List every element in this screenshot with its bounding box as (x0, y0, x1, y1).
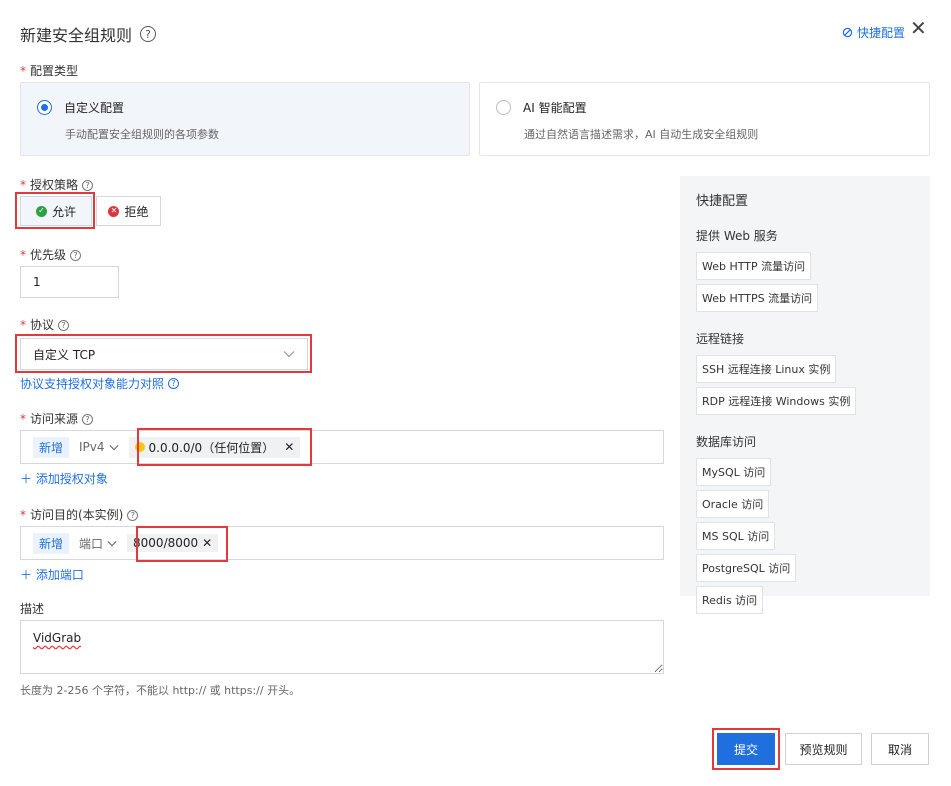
destination-new-tag[interactable]: 新增 (33, 532, 70, 554)
quick-group-web: 提供 Web 服务 (696, 229, 778, 243)
cancel-button[interactable]: 取消 (871, 733, 929, 765)
config-type-label: * 配置类型 (20, 64, 79, 78)
description-hint: 长度为 2-256 个字符，不能以 http:// 或 https:// 开头。 (20, 684, 301, 697)
help-icon[interactable]: ? (127, 510, 139, 521)
help-icon[interactable]: ? (70, 250, 82, 261)
source-label: * 访问来源? (20, 410, 94, 427)
destination-label: * 访问目的(本实例)? (20, 506, 139, 523)
quick-config-link[interactable]: 快捷配置 (842, 24, 905, 41)
quick-item[interactable]: MySQL 访问 (696, 458, 772, 486)
quick-item[interactable]: PostgreSQL 访问 (696, 554, 797, 582)
priority-label-text: 优先级 (30, 248, 67, 262)
source-chip: 0.0.0.0/0（任何位置） ✕ (128, 436, 301, 458)
priority-label: * 优先级? (20, 246, 82, 263)
submit-button[interactable]: 提交 (717, 733, 775, 765)
add-source-link-text: 添加授权对象 (35, 472, 108, 486)
add-port-link-text: 添加端口 (35, 568, 84, 582)
quick-item[interactable]: MS SQL 访问 (696, 522, 776, 550)
destination-type-select[interactable]: 端口 (79, 535, 117, 552)
radio-custom[interactable] (37, 100, 52, 115)
protocol-label-text: 协议 (30, 318, 55, 332)
protocol-value: 自定义 TCP (33, 347, 96, 362)
description-textarea[interactable] (20, 620, 664, 674)
config-custom-desc: 手动配置安全组规则的各项参数 (65, 128, 219, 141)
close-icon[interactable]: ✕ (910, 18, 927, 38)
add-port-link[interactable]: ＋ 添加端口 (20, 566, 84, 583)
protocol-support-link-text: 协议支持授权对象能力对照 (20, 377, 165, 391)
quick-panel-title: 快捷配置 (696, 194, 749, 209)
quick-group-remote: 远程链接 (696, 332, 745, 346)
protocol-support-link[interactable]: 协议支持授权对象能力对照? (20, 375, 180, 392)
destination-chip: 8000/8000 ✕ (127, 534, 219, 552)
config-type-custom-card[interactable]: 自定义配置 手动配置安全组规则的各项参数 (20, 82, 470, 156)
quick-group-db: 数据库访问 (696, 435, 757, 449)
dialog-title: 新建安全组规则 ? (20, 22, 157, 46)
config-type-label-text: 配置类型 (30, 64, 79, 78)
remove-icon[interactable]: ✕ (202, 536, 212, 550)
deny-button-label: 拒绝 (124, 204, 149, 219)
quick-item[interactable]: SSH 远程连接 Linux 实例 (696, 355, 837, 383)
destination-chip-text: 8000/8000 (133, 536, 199, 550)
dialog-title-text: 新建安全组规则 (20, 26, 133, 45)
deny-button[interactable]: ✕ 拒绝 (96, 196, 161, 226)
config-custom-title: 自定义配置 (64, 101, 125, 115)
chevron-down-icon (108, 444, 119, 450)
source-type-value: IPv4 (79, 440, 105, 454)
allow-button[interactable]: ✓ 允许 (20, 196, 92, 226)
radio-ai[interactable] (496, 100, 511, 115)
plus-icon: ＋ (20, 472, 36, 486)
priority-value: 1 (33, 275, 41, 289)
help-icon[interactable]: ? (82, 414, 94, 425)
source-new-tag[interactable]: 新增 (33, 436, 70, 458)
quick-item[interactable]: Oracle 访问 (696, 490, 770, 518)
destination-field[interactable]: 新增 端口 8000/8000 ✕ (20, 526, 664, 560)
preview-button[interactable]: 预览规则 (785, 733, 862, 765)
warning-dot-icon (134, 442, 145, 452)
policy-label-text: 授权策略 (30, 178, 79, 192)
source-field[interactable]: 新增 IPv4 0.0.0.0/0（任何位置） ✕ (20, 430, 664, 464)
protocol-select[interactable]: 自定义 TCP (20, 338, 308, 370)
help-icon[interactable]: ? (58, 320, 70, 331)
source-label-text: 访问来源 (30, 412, 79, 426)
check-icon: ✓ (35, 205, 47, 217)
add-source-link[interactable]: ＋ 添加授权对象 (20, 470, 108, 487)
quick-item[interactable]: Web HTTPS 流量访问 (696, 284, 819, 312)
description-label: 描述 (20, 602, 45, 616)
source-type-select[interactable]: IPv4 (79, 440, 119, 454)
help-icon[interactable]: ? (168, 378, 180, 389)
link-icon (842, 27, 853, 38)
chevron-down-icon (283, 351, 295, 358)
quick-item[interactable]: Web HTTP 流量访问 (696, 252, 812, 280)
quick-config-panel: 快捷配置 提供 Web 服务 Web HTTP 流量访问 Web HTTPS 流… (680, 176, 930, 614)
policy-label: * 授权策略? (20, 176, 94, 193)
quick-config-link-label: 快捷配置 (857, 26, 906, 40)
allow-button-label: 允许 (51, 204, 76, 219)
plus-icon: ＋ (20, 568, 36, 582)
destination-label-text: 访问目的(本实例) (30, 508, 124, 522)
quick-item[interactable]: RDP 远程连接 Windows 实例 (696, 387, 857, 415)
remove-icon[interactable]: ✕ (284, 440, 294, 454)
config-ai-desc: 通过自然语言描述需求，AI 自动生成安全组规则 (524, 128, 759, 141)
source-chip-text: 0.0.0.0/0（任何位置） (148, 440, 275, 455)
protocol-label: * 协议? (20, 316, 70, 333)
help-icon[interactable]: ? (82, 180, 94, 191)
config-type-ai-card[interactable]: AI 智能配置 通过自然语言描述需求，AI 自动生成安全组规则 (479, 82, 930, 156)
close-circle-icon: ✕ (108, 205, 120, 217)
quick-item[interactable]: Redis 访问 (696, 586, 764, 614)
config-ai-title: AI 智能配置 (523, 101, 587, 115)
destination-type-value: 端口 (79, 536, 104, 551)
help-icon[interactable]: ? (140, 26, 157, 42)
chevron-down-icon (107, 540, 117, 546)
priority-input[interactable]: 1 (20, 266, 119, 298)
